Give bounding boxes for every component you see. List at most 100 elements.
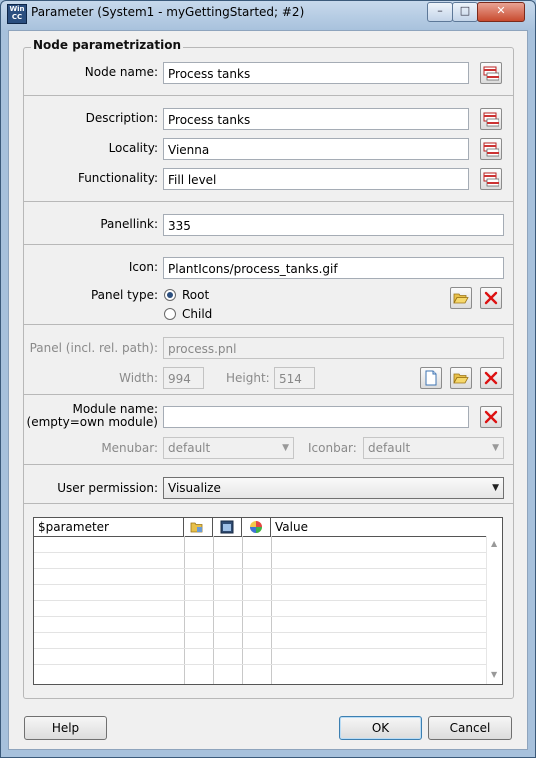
icon-browse-button[interactable] bbox=[450, 287, 472, 309]
row-divider bbox=[34, 616, 486, 617]
menubar-value: default bbox=[168, 441, 211, 455]
module-name-label: Module name: (empty=own module) bbox=[27, 403, 158, 429]
column-header-value[interactable]: Value bbox=[271, 518, 502, 536]
icon-delete-button[interactable] bbox=[480, 287, 502, 309]
separator bbox=[24, 503, 513, 504]
icon-path-input[interactable]: PlantIcons/process_tanks.gif bbox=[163, 257, 504, 279]
panellink-label: Panellink: bbox=[100, 217, 158, 231]
column-divider bbox=[213, 536, 214, 684]
height-label: Height: bbox=[226, 371, 270, 385]
panel-label: Panel (incl. rel. path): bbox=[29, 341, 158, 355]
description-label: Description: bbox=[85, 111, 158, 125]
row-divider bbox=[34, 664, 486, 665]
chevron-down-icon: ▼ bbox=[492, 483, 499, 493]
column-divider bbox=[184, 536, 185, 684]
close-button[interactable]: ✕ bbox=[477, 2, 525, 22]
delete-x-icon bbox=[484, 371, 498, 385]
width-input[interactable]: 994 bbox=[163, 367, 204, 389]
parameter-table[interactable]: $parameter Value ▲ ▼ bbox=[33, 517, 503, 685]
table-scrollbar[interactable]: ▲ ▼ bbox=[486, 536, 502, 684]
separator bbox=[24, 394, 513, 395]
locality-label: Locality: bbox=[108, 141, 158, 155]
iconbar-value: default bbox=[368, 441, 411, 455]
scroll-up-icon[interactable]: ▲ bbox=[491, 539, 497, 548]
width-label: Width: bbox=[119, 371, 158, 385]
language-flag-icon bbox=[483, 112, 499, 127]
help-button[interactable]: Help bbox=[24, 716, 107, 740]
language-flag-icon bbox=[483, 172, 499, 187]
column-divider bbox=[242, 536, 243, 684]
panel-delete-button[interactable] bbox=[480, 367, 502, 389]
maximize-button[interactable]: □ bbox=[452, 2, 478, 22]
scroll-down-icon[interactable]: ▼ bbox=[491, 670, 497, 679]
color-wheel-icon bbox=[250, 521, 262, 533]
table-header: $parameter Value bbox=[34, 518, 502, 537]
panellink-input[interactable]: 335 bbox=[163, 214, 504, 236]
locality-lang-button[interactable] bbox=[480, 138, 502, 160]
icon-label: Icon: bbox=[128, 260, 158, 274]
minimize-button[interactable]: – bbox=[427, 2, 453, 22]
language-flag-icon bbox=[483, 66, 499, 81]
panel-new-button[interactable] bbox=[420, 367, 442, 389]
iconbar-select[interactable]: default ▼ bbox=[363, 437, 504, 459]
row-divider bbox=[34, 552, 486, 553]
cancel-button[interactable]: Cancel bbox=[428, 716, 512, 740]
panel-type-child-label: Child bbox=[182, 307, 213, 321]
node-name-lang-button[interactable] bbox=[480, 62, 502, 84]
title-bar[interactable]: Win CC Parameter (System1 - myGettingStar… bbox=[1, 1, 535, 25]
row-divider bbox=[34, 584, 486, 585]
user-permission-value: Visualize bbox=[168, 481, 221, 495]
module-name-input[interactable] bbox=[163, 406, 469, 428]
module-name-delete-button[interactable] bbox=[480, 406, 502, 428]
functionality-lang-button[interactable] bbox=[480, 168, 502, 190]
panel-browse-button[interactable] bbox=[450, 367, 472, 389]
row-divider bbox=[34, 600, 486, 601]
panel-type-root-label: Root bbox=[182, 288, 210, 302]
separator bbox=[24, 244, 513, 245]
user-permission-label: User permission: bbox=[57, 481, 158, 495]
chevron-down-icon: ▼ bbox=[282, 443, 289, 453]
module-name-label-line2: (empty=own module) bbox=[26, 415, 158, 429]
panel-type-label: Panel type: bbox=[90, 288, 158, 302]
column-header-parameter[interactable]: $parameter bbox=[34, 518, 184, 536]
description-lang-button[interactable] bbox=[480, 108, 502, 130]
panel-icon bbox=[220, 520, 234, 534]
user-permission-select[interactable]: Visualize ▼ bbox=[163, 477, 504, 499]
chevron-down-icon: ▼ bbox=[492, 443, 499, 453]
separator bbox=[24, 201, 513, 202]
node-name-input[interactable]: Process tanks bbox=[163, 62, 469, 84]
iconbar-label: Iconbar: bbox=[308, 441, 357, 455]
module-name-label-line1: Module name: bbox=[72, 402, 158, 416]
menubar-select[interactable]: default ▼ bbox=[163, 437, 294, 459]
language-flag-icon bbox=[483, 142, 499, 157]
description-input[interactable]: Process tanks bbox=[163, 108, 469, 130]
window-title: Parameter (System1 - myGettingStarted; #… bbox=[31, 5, 305, 19]
functionality-input[interactable]: Fill level bbox=[163, 168, 469, 190]
separator bbox=[24, 324, 513, 325]
column-header-panel[interactable] bbox=[213, 518, 242, 536]
app-icon: Win CC bbox=[7, 4, 27, 24]
delete-x-icon bbox=[484, 410, 498, 424]
node-name-label: Node name: bbox=[84, 65, 158, 79]
panel-type-root-radio[interactable] bbox=[164, 289, 176, 301]
menubar-label: Menubar: bbox=[101, 441, 158, 455]
separator bbox=[24, 95, 513, 96]
row-divider bbox=[34, 648, 486, 649]
folder-icon bbox=[190, 522, 203, 533]
ok-button[interactable]: OK bbox=[339, 716, 422, 740]
panel-type-child-radio[interactable] bbox=[164, 308, 176, 320]
group-title: Node parametrization bbox=[31, 38, 184, 52]
locality-input[interactable]: Vienna bbox=[163, 138, 469, 160]
functionality-label: Functionality: bbox=[77, 171, 158, 185]
row-divider bbox=[34, 632, 486, 633]
panel-path-input[interactable]: process.pnl bbox=[163, 337, 504, 359]
folder-open-icon bbox=[453, 293, 469, 304]
height-input[interactable]: 514 bbox=[274, 367, 315, 389]
column-divider bbox=[271, 536, 272, 684]
separator bbox=[24, 464, 513, 465]
new-document-icon bbox=[425, 370, 437, 386]
folder-open-icon bbox=[453, 373, 469, 384]
column-header-color[interactable] bbox=[242, 518, 271, 536]
row-divider bbox=[34, 568, 486, 569]
column-header-folder[interactable] bbox=[184, 518, 213, 536]
